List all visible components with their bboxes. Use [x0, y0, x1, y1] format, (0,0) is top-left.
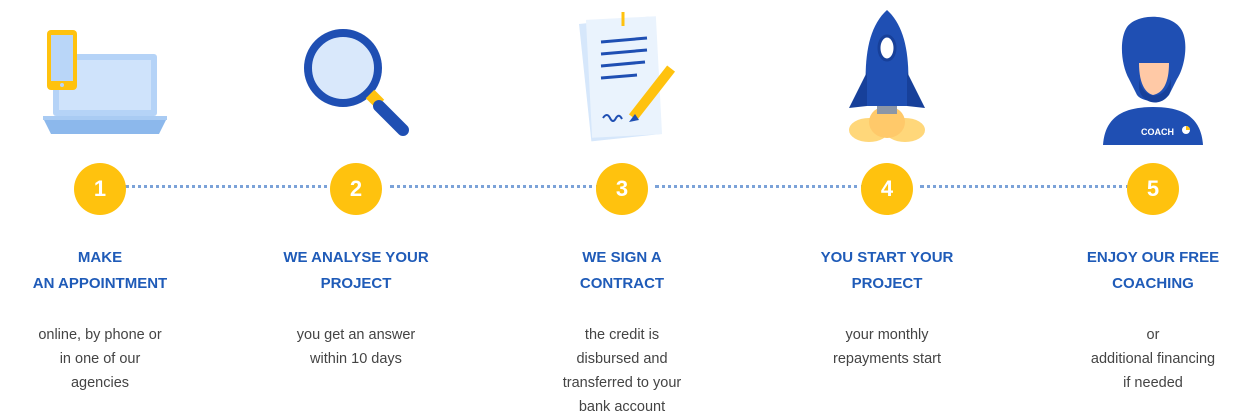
step-2: 2 WE ANALYSE YOUR PROJECT you get an ans…: [256, 0, 456, 420]
coach-icon: COACH: [1053, 10, 1247, 145]
step-description: online, by phone or in one of our agenci…: [38, 327, 162, 391]
step-description: your monthly repayments start: [833, 327, 941, 367]
step-number-badge: 3: [596, 163, 648, 215]
shirt-label: COACH: [1141, 127, 1174, 137]
step-title: ENJOY OUR FREE COACHING: [1086, 249, 1220, 292]
step-number-badge: 1: [74, 163, 126, 215]
step-title: WE SIGN A CONTRACT: [579, 249, 665, 292]
step-description: you get an answer within 10 days: [296, 327, 416, 367]
step-number-badge: 2: [330, 163, 382, 215]
step-description: the credit is disbursed and transferred …: [562, 327, 682, 415]
laptop-phone-icon: [0, 10, 200, 145]
step-number-badge: 4: [861, 163, 913, 215]
contract-pen-icon: [522, 10, 722, 145]
step-title: YOU START YOUR PROJECT: [820, 249, 954, 292]
step-title: WE ANALYSE YOUR PROJECT: [283, 249, 429, 292]
step-3: 3 WE SIGN A CONTRACT the credit is disbu…: [522, 0, 722, 420]
step-4: 4 YOU START YOUR PROJECT your monthly re…: [787, 0, 987, 420]
step-description: or additional financing if needed: [1090, 327, 1216, 391]
rocket-icon: [787, 10, 987, 145]
step-number-badge: 5: [1127, 163, 1179, 215]
step-title: MAKE AN APPOINTMENT: [32, 249, 168, 292]
magnifying-glass-icon: [256, 10, 456, 145]
step-5: COACH 5 ENJOY OUR FREE COACHING or addit…: [1053, 0, 1247, 420]
step-1: 1 MAKE AN APPOINTMENT online, by phone o…: [0, 0, 200, 420]
